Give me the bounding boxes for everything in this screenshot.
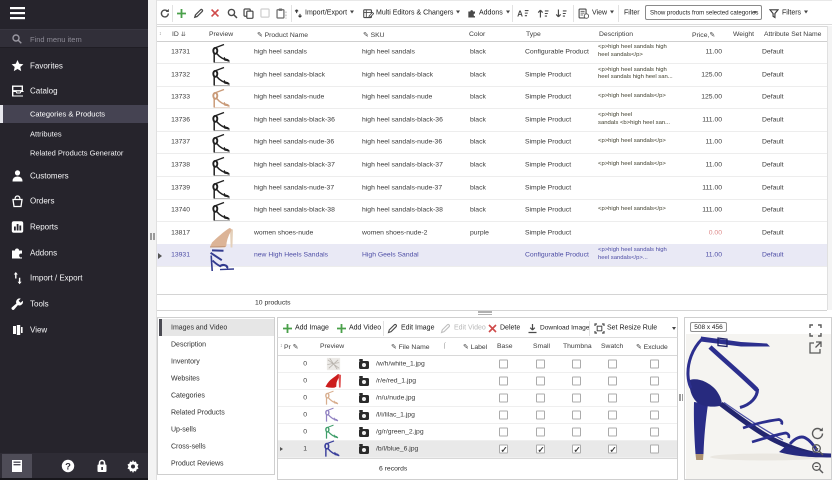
svg-text:A: A <box>517 9 523 18</box>
svg-text:?: ? <box>65 461 71 472</box>
